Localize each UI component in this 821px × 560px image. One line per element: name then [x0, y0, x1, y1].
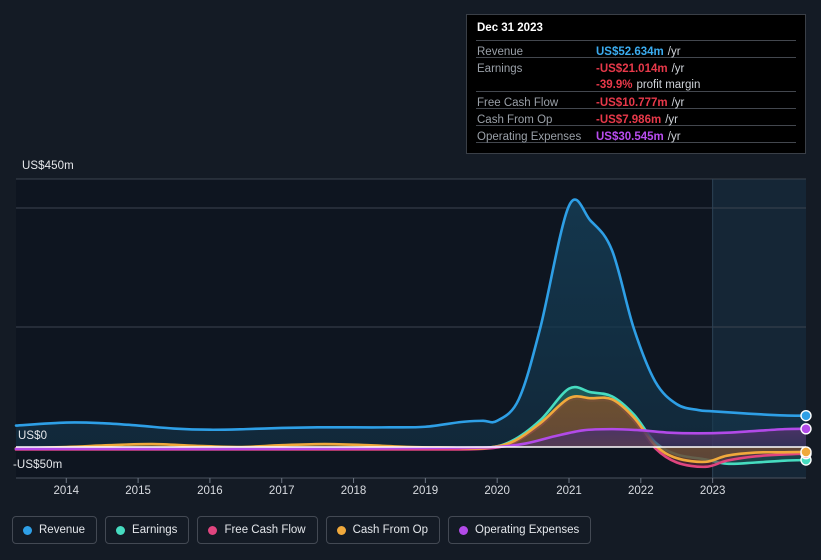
- tooltip-row-value: -US$10.777m/yr: [596, 93, 684, 111]
- tooltip-value-unit: /yr: [671, 97, 685, 109]
- tooltip-row: Free Cash Flow -US$10.777m/yr: [476, 91, 796, 111]
- tooltip-value-number: US$52.634m: [596, 46, 664, 58]
- legend-color-dot: [336, 525, 346, 535]
- x-axis-label-2015: 2015: [125, 485, 151, 497]
- tooltip-row-label: Revenue: [477, 46, 524, 58]
- endpoint-marker-revenue[interactable]: [800, 409, 812, 422]
- tooltip-row: Revenue US$52.634m/yr: [476, 40, 796, 60]
- tooltip-value-unit: /yr: [665, 114, 678, 126]
- x-axis-label-2016: 2016: [197, 485, 223, 497]
- tooltip-row: -39.9% profit margin: [476, 74, 796, 91]
- legend-color-dot: [23, 525, 32, 535]
- tooltip-value-unit: /yr: [667, 131, 681, 143]
- tooltip-row: Cash From Op -US$7.986m/yr: [476, 108, 796, 128]
- y-axis-label-bottom: -US$50m: [13, 459, 63, 471]
- x-axis-label-2023: 2023: [699, 485, 726, 497]
- legend-item-label: Free Cash Flow: [224, 524, 306, 536]
- legend-item-free-cash-flow[interactable]: Free Cash Flow: [197, 516, 318, 544]
- tooltip-row-label: Earnings: [477, 63, 523, 75]
- tooltip-value-unit: profit margin: [636, 79, 701, 91]
- tooltip-row-value: -US$7.986m/yr: [596, 110, 678, 128]
- tooltip-value-number: US$30.545m: [596, 131, 664, 143]
- x-axis-label-2020: 2020: [484, 485, 510, 497]
- financial-performance-chart: US$450m US$0 -US$50m 2014 2015 2016 2017 201…: [0, 0, 821, 560]
- tooltip-row: Earnings -US$21.014m/yr: [476, 57, 796, 75]
- tooltip-rows: Revenue US$52.634m/yr Earnings -US$21.014m /…: [476, 40, 796, 145]
- tooltip-row-label: Cash From Op: [477, 114, 553, 126]
- tooltip-value-unit: /yr: [667, 46, 681, 58]
- tooltip-row: Operating Expenses US$30.545m/yr: [476, 125, 796, 145]
- legend-item-label: Cash From Op: [352, 524, 429, 536]
- legend-item-revenue[interactable]: Revenue: [12, 516, 98, 544]
- x-axis-label-2018: 2018: [340, 485, 367, 497]
- data-tooltip: Dec 31 2023 Revenue US$52.634m/yr Earnings…: [466, 14, 806, 154]
- endpoint-marker-operating-expenses[interactable]: [800, 423, 812, 435]
- y-axis-label-zero: US$0: [18, 430, 48, 442]
- tooltip-title: Dec 31 2023: [477, 22, 543, 34]
- legend-item-label: Revenue: [39, 524, 86, 536]
- legend-item-cash-from-op[interactable]: Cash From Op: [325, 516, 441, 544]
- legend-color-dot: [459, 525, 469, 535]
- endpoint-marker-cash-from-op[interactable]: [800, 446, 812, 458]
- legend-item-label: Earnings: [132, 524, 178, 536]
- tooltip-value-number: -US$7.986m: [596, 114, 662, 126]
- tooltip-value-number: -39.9%: [596, 79, 633, 91]
- tooltip-row-value: US$30.545m/yr: [596, 127, 681, 145]
- legend-color-dot: [116, 525, 126, 535]
- legend-item-earnings[interactable]: Earnings: [105, 516, 190, 544]
- tooltip-row-label: Free Cash Flow: [477, 97, 559, 109]
- tooltip-value-number: -US$10.777m: [596, 97, 668, 109]
- tooltip-row-value: -39.9% profit margin: [596, 75, 700, 93]
- legend-item-operating-expenses[interactable]: Operating Expenses: [448, 516, 592, 544]
- chart-legend: Revenue Earnings Free Cash Flow Cash From O…: [12, 516, 592, 544]
- x-axis-label-2021: 2021: [556, 485, 582, 497]
- x-axis-label-2017: 2017: [268, 485, 295, 497]
- x-axis-label-2014: 2014: [53, 485, 80, 497]
- tooltip-value-unit: /yr: [671, 63, 685, 75]
- tooltip-row-label: Operating Expenses: [477, 131, 582, 143]
- y-axis-label-top: US$450m: [22, 160, 74, 172]
- tooltip-value-number: -US$21.014m: [596, 63, 668, 75]
- legend-color-dot: [208, 525, 218, 535]
- tooltip-row-value: US$52.634m/yr: [596, 42, 681, 60]
- x-axis-label-2022: 2022: [628, 485, 654, 497]
- x-axis-label-2019: 2019: [412, 485, 439, 497]
- legend-item-label: Operating Expenses: [475, 524, 580, 536]
